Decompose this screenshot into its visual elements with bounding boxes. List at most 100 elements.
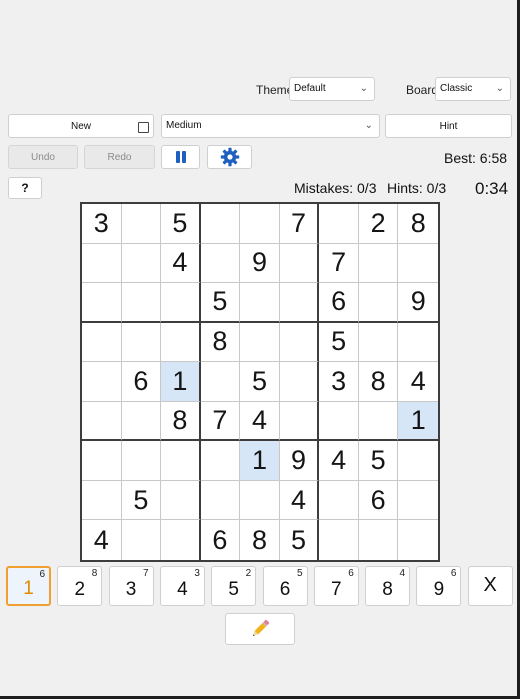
sudoku-cell[interactable] xyxy=(121,322,162,363)
new-game-checkbox[interactable] xyxy=(138,122,149,133)
sudoku-cell[interactable] xyxy=(200,362,241,402)
sudoku-cell[interactable] xyxy=(359,520,399,560)
sudoku-cell[interactable] xyxy=(279,322,320,363)
sudoku-cell[interactable] xyxy=(358,401,399,442)
sudoku-cell[interactable] xyxy=(161,520,201,560)
sudoku-cell[interactable]: 9 xyxy=(398,283,438,323)
sudoku-cell[interactable]: 8 xyxy=(358,362,399,402)
sudoku-cell[interactable] xyxy=(200,243,241,284)
sudoku-cell[interactable]: 3 xyxy=(319,362,359,402)
sudoku-cell[interactable]: 1 xyxy=(161,362,201,402)
sudoku-cell[interactable] xyxy=(358,243,399,284)
difficulty-select[interactable]: Medium ⌄ xyxy=(161,114,380,138)
sudoku-cell[interactable]: 8 xyxy=(161,401,201,442)
sudoku-cell[interactable] xyxy=(319,480,359,521)
sudoku-cell[interactable]: 5 xyxy=(280,520,320,560)
theme-select[interactable]: Default ⌄ xyxy=(289,77,375,101)
sudoku-cell[interactable] xyxy=(319,401,359,442)
sudoku-cell[interactable] xyxy=(161,441,201,481)
sudoku-cell[interactable]: 5 xyxy=(240,362,280,402)
sudoku-cell[interactable] xyxy=(122,520,162,560)
sudoku-cell[interactable] xyxy=(398,244,438,284)
sudoku-cell[interactable]: 4 xyxy=(240,401,280,442)
sudoku-cell[interactable] xyxy=(121,243,162,284)
settings-button[interactable] xyxy=(207,145,252,169)
sudoku-cell[interactable]: 7 xyxy=(200,401,241,442)
number-key-6[interactable]: 56 xyxy=(262,566,308,606)
sudoku-cell[interactable] xyxy=(121,283,162,323)
sudoku-cell[interactable]: 8 xyxy=(240,520,280,560)
sudoku-cell[interactable] xyxy=(279,401,320,442)
sudoku-cell[interactable]: 5 xyxy=(161,204,201,244)
sudoku-cell[interactable] xyxy=(121,204,162,244)
sudoku-cell[interactable] xyxy=(358,322,399,363)
sudoku-cell[interactable]: 4 xyxy=(319,441,359,481)
sudoku-cell[interactable] xyxy=(398,481,438,521)
sudoku-cell[interactable]: 4 xyxy=(82,520,122,560)
number-key-4[interactable]: 34 xyxy=(159,566,205,606)
sudoku-cell[interactable]: 3 xyxy=(82,204,122,244)
sudoku-cell[interactable]: 8 xyxy=(200,322,241,363)
sudoku-cell[interactable] xyxy=(358,283,399,323)
sudoku-cell[interactable] xyxy=(161,480,201,521)
number-key-5[interactable]: 25 xyxy=(211,566,257,606)
sudoku-cell[interactable]: 5 xyxy=(358,441,399,481)
sudoku-cell[interactable]: 4 xyxy=(398,362,438,402)
pause-button[interactable] xyxy=(161,145,200,169)
hint-button[interactable]: Hint xyxy=(385,114,512,138)
sudoku-cell[interactable] xyxy=(398,520,438,560)
sudoku-cell[interactable]: 8 xyxy=(398,204,438,244)
sudoku-cell[interactable] xyxy=(279,283,320,323)
sudoku-cell[interactable]: 1 xyxy=(240,441,280,481)
number-key-1[interactable]: 61 xyxy=(6,566,51,606)
sudoku-cell[interactable] xyxy=(82,362,122,402)
sudoku-cell[interactable] xyxy=(279,362,320,402)
sudoku-cell[interactable] xyxy=(200,480,241,521)
sudoku-cell[interactable]: 5 xyxy=(200,283,241,323)
sudoku-cell[interactable]: 9 xyxy=(240,243,280,284)
sudoku-cell[interactable] xyxy=(121,441,162,481)
sudoku-cell[interactable] xyxy=(82,283,122,323)
sudoku-cell[interactable] xyxy=(279,243,320,284)
sudoku-cell[interactable] xyxy=(319,204,359,244)
sudoku-cell[interactable]: 6 xyxy=(319,283,359,323)
sudoku-cell[interactable] xyxy=(319,520,359,560)
board-select[interactable]: Classic ⌄ xyxy=(435,77,511,101)
sudoku-cell[interactable]: 7 xyxy=(279,204,320,244)
sudoku-cell[interactable]: 7 xyxy=(319,243,359,284)
sudoku-cell[interactable]: 4 xyxy=(161,243,201,284)
sudoku-cell[interactable] xyxy=(240,204,280,244)
sudoku-cell[interactable] xyxy=(82,441,122,481)
number-key-7[interactable]: 67 xyxy=(313,566,359,606)
sudoku-cell[interactable]: 6 xyxy=(121,362,162,402)
sudoku-cell[interactable]: 1 xyxy=(398,401,438,442)
sudoku-cell[interactable]: 9 xyxy=(279,441,320,481)
sudoku-cell[interactable] xyxy=(398,441,438,481)
undo-button[interactable]: Undo xyxy=(8,145,78,169)
number-key-9[interactable]: 69 xyxy=(416,566,462,606)
sudoku-cell[interactable] xyxy=(200,204,241,244)
sudoku-cell[interactable] xyxy=(82,322,122,363)
erase-button[interactable]: X xyxy=(467,566,513,606)
sudoku-cell[interactable] xyxy=(240,480,280,521)
sudoku-cell[interactable]: 5 xyxy=(121,480,162,521)
number-key-2[interactable]: 82 xyxy=(57,566,103,606)
sudoku-cell[interactable] xyxy=(240,322,280,363)
sudoku-cell[interactable] xyxy=(161,322,201,363)
number-key-8[interactable]: 48 xyxy=(365,566,411,606)
help-button[interactable]: ? xyxy=(8,177,42,199)
sudoku-cell[interactable] xyxy=(240,283,280,323)
sudoku-cell[interactable]: 6 xyxy=(358,480,399,521)
number-key-3[interactable]: 73 xyxy=(108,566,154,606)
sudoku-cell[interactable]: 2 xyxy=(358,204,399,244)
sudoku-cell[interactable] xyxy=(121,401,162,442)
redo-button[interactable]: Redo xyxy=(84,145,155,169)
sudoku-cell[interactable]: 4 xyxy=(279,480,320,521)
sudoku-cell[interactable] xyxy=(161,283,201,323)
pencil-mode-button[interactable] xyxy=(225,613,295,645)
sudoku-cell[interactable] xyxy=(82,243,122,284)
new-game-button[interactable]: New xyxy=(8,114,154,138)
sudoku-cell[interactable]: 6 xyxy=(201,520,241,560)
sudoku-cell[interactable] xyxy=(82,401,122,442)
sudoku-cell[interactable] xyxy=(82,480,122,521)
